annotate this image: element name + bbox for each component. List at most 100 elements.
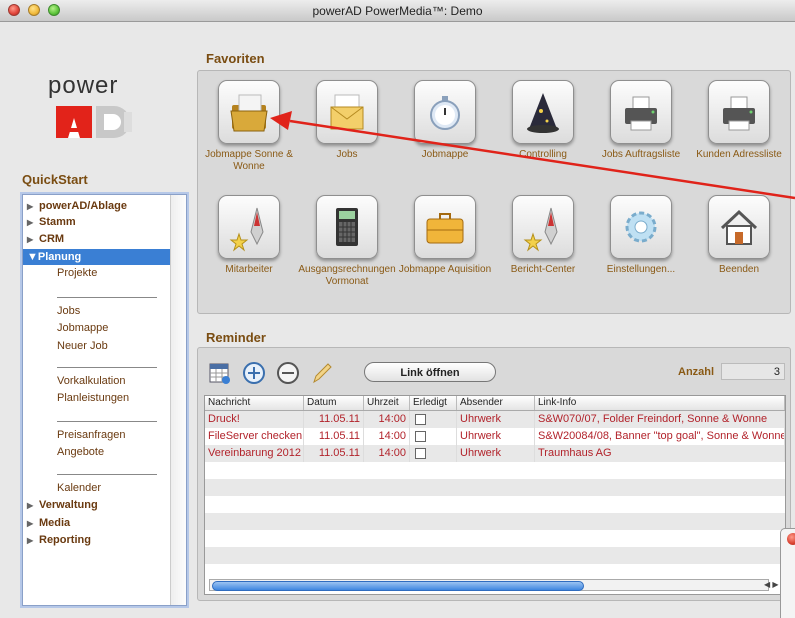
tree-item-stamm[interactable]: ▶ Stamm xyxy=(27,214,76,230)
favorite-button[interactable] xyxy=(218,195,280,259)
table-row[interactable]: FileServer checken 11.05.11 14:00 Uhrwer… xyxy=(205,428,785,445)
remove-icon[interactable] xyxy=(276,361,300,385)
favorite-ausgangsrechnungen-vormonat[interactable]: Ausgangsrechnungen Vormonat xyxy=(298,195,396,288)
tree-vertical-scrollbar[interactable] xyxy=(170,195,186,605)
tree-item-angebote[interactable]: Angebote xyxy=(57,444,104,460)
favorite-button[interactable] xyxy=(512,195,574,259)
erledigt-checkbox[interactable] xyxy=(415,447,426,459)
collapse-triangle-icon[interactable]: ▼ xyxy=(27,251,38,263)
favorite-button[interactable] xyxy=(316,80,378,144)
reminder-panel: Link öffnen Anzahl 3 Nachricht Datum Uhr… xyxy=(197,347,791,601)
favorite-button[interactable] xyxy=(316,195,378,259)
tree-item-reporting[interactable]: ▶ Reporting xyxy=(27,532,91,548)
tree-item-crm[interactable]: ▶ CRM xyxy=(27,231,64,247)
printer-icon xyxy=(625,96,657,131)
favorite-button[interactable] xyxy=(708,195,770,259)
favorite-button[interactable] xyxy=(708,80,770,144)
cell-uhrzeit: 14:00 xyxy=(364,445,410,462)
reminder-table[interactable]: Nachricht Datum Uhrzeit Erledigt Absende… xyxy=(204,395,786,595)
printer-icon xyxy=(723,96,755,131)
poweradlogo: power xyxy=(38,72,148,142)
anzahl-value: 3 xyxy=(721,363,785,380)
tree-item-planung[interactable]: ▼Planung xyxy=(23,249,170,265)
favorite-label: Ausgangsrechnungen Vormonat xyxy=(298,264,396,287)
tree-item-media[interactable]: ▶ Media xyxy=(27,515,70,531)
cell-uhrzeit: 14:00 xyxy=(364,411,410,428)
favorite-label: Jobmappe Aquisition xyxy=(398,264,492,275)
favorite-label: Bericht-Center xyxy=(510,264,576,275)
tree-item-poweradablage[interactable]: ▶ powerAD/Ablage xyxy=(27,198,127,214)
wizard-hat-icon xyxy=(527,93,559,133)
cell-erledigt xyxy=(410,428,457,445)
favorite-button[interactable] xyxy=(610,195,672,259)
favorite-mitarbeiter[interactable]: Mitarbeiter xyxy=(200,195,298,276)
tree-item-kalender[interactable]: Kalender xyxy=(57,480,101,496)
pencil-icon[interactable] xyxy=(310,361,334,385)
tree-label: Media xyxy=(39,517,71,529)
favorite-bericht-center[interactable]: Bericht-Center xyxy=(494,195,592,276)
close-window-button[interactable] xyxy=(787,533,795,545)
column-header-uhrzeit[interactable]: Uhrzeit xyxy=(364,396,410,410)
column-header-absender[interactable]: Absender xyxy=(457,396,535,410)
table-row[interactable]: Vereinbarung 2012 11.05.11 14:00 Uhrwerk… xyxy=(205,445,785,462)
tree-separator xyxy=(57,367,157,368)
column-header-erledigt[interactable]: Erledigt xyxy=(410,396,457,410)
tree-item-projekte[interactable]: Projekte xyxy=(57,265,97,281)
tree-item-verwaltung[interactable]: ▶ Verwaltung xyxy=(27,497,98,513)
link-oeffnen-button[interactable]: Link öffnen xyxy=(364,362,496,382)
favorite-label: Controlling xyxy=(519,149,567,160)
expand-triangle-icon[interactable]: ▶ xyxy=(27,215,39,231)
erledigt-checkbox[interactable] xyxy=(415,430,426,442)
favorite-jobmappe-aquisition[interactable]: Jobmappe Aquisition xyxy=(396,195,494,276)
expand-triangle-icon[interactable]: ▶ xyxy=(27,516,39,532)
house-icon xyxy=(720,209,758,245)
table-row[interactable]: Druck! 11.05.11 14:00 Uhrwerk S&W070/07,… xyxy=(205,411,785,428)
favorite-button[interactable] xyxy=(512,80,574,144)
favorite-kunden-adressliste[interactable]: Kunden Adressliste xyxy=(690,80,788,161)
column-header-nachricht[interactable]: Nachricht xyxy=(205,396,304,410)
window-title: powerAD PowerMedia™: Demo xyxy=(312,4,483,18)
tree-label: Planung xyxy=(37,251,82,263)
quickstart-tree[interactable]: ▶ powerAD/Ablage ▶ Stamm ▶ CRM ▼Planung Pro… xyxy=(22,194,187,606)
favorite-einstellungen[interactable]: Einstellungen... xyxy=(592,195,690,276)
favorite-button[interactable] xyxy=(218,80,280,144)
favorite-jobmappe-sonne-wonne[interactable]: Jobmappe Sonne & Wonne xyxy=(200,80,298,173)
cell-nachricht: Vereinbarung 2012 xyxy=(205,445,304,462)
cell-uhrzeit: 14:00 xyxy=(364,428,410,445)
favorites-title: Favoriten xyxy=(206,51,265,66)
favorite-beenden[interactable]: Beenden xyxy=(690,195,788,276)
favorite-jobs[interactable]: Jobs xyxy=(298,80,396,161)
cell-link-info: S&W20084/08, Banner "top goal", Sonne & … xyxy=(535,428,785,445)
tree-item-neuer-job[interactable]: Neuer Job xyxy=(57,338,108,354)
tree-item-vorkalkulation[interactable]: Vorkalkulation xyxy=(57,373,126,389)
erledigt-checkbox[interactable] xyxy=(415,413,426,425)
favorite-label: Jobmappe Sonne & Wonne xyxy=(205,149,293,172)
tree-item-jobmappe[interactable]: Jobmappe xyxy=(57,320,108,336)
tree-item-planleistungen[interactable]: Planleistungen xyxy=(57,390,129,406)
favorite-controlling[interactable]: Controlling xyxy=(494,80,592,161)
column-header-link-info[interactable]: Link-Info xyxy=(535,396,785,410)
expand-triangle-icon[interactable]: ▶ xyxy=(27,533,39,549)
scrollbar-thumb[interactable] xyxy=(212,581,584,591)
favorite-button[interactable] xyxy=(414,195,476,259)
add-icon[interactable] xyxy=(242,361,266,385)
background-window-edge[interactable] xyxy=(780,528,795,618)
favorite-jobmappe[interactable]: Jobmappe xyxy=(396,80,494,161)
cell-nachricht: Druck! xyxy=(205,411,304,428)
tree-item-preisanfragen[interactable]: Preisanfragen xyxy=(57,427,126,443)
favorite-jobs-auftragsliste[interactable]: Jobs Auftragsliste xyxy=(592,80,690,161)
empty-row xyxy=(205,479,785,496)
favorite-button[interactable] xyxy=(610,80,672,144)
expand-triangle-icon[interactable]: ▶ xyxy=(27,498,39,514)
calendar-icon[interactable] xyxy=(208,361,232,385)
expand-triangle-icon[interactable]: ▶ xyxy=(27,232,39,248)
table-horizontal-scrollbar[interactable]: ◀ ▶ xyxy=(209,579,779,591)
envelope-icon xyxy=(330,94,364,130)
expand-triangle-icon[interactable]: ▶ xyxy=(27,199,39,215)
column-header-datum[interactable]: Datum xyxy=(304,396,364,410)
tree-separator xyxy=(57,421,157,422)
title-bar[interactable]: powerAD PowerMedia™: Demo xyxy=(0,0,795,22)
favorite-button[interactable] xyxy=(414,80,476,144)
cell-absender: Uhrwerk xyxy=(457,428,535,445)
tree-item-jobs[interactable]: Jobs xyxy=(57,303,80,319)
